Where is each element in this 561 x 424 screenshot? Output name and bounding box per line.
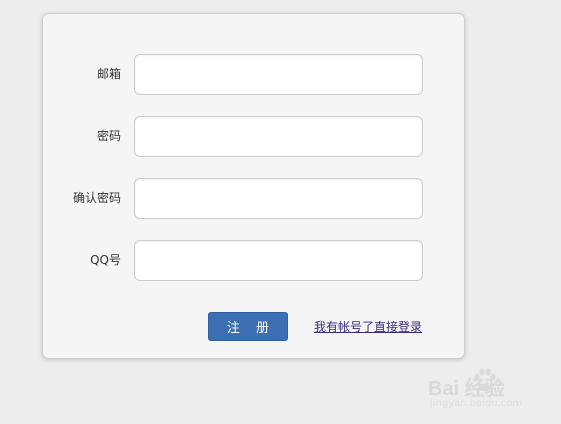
register-form-card: 邮箱 密码 确认密码 QQ号 注 册 我有帐号了直接登录	[42, 13, 465, 359]
password-label: 密码	[96, 129, 121, 143]
qq-input[interactable]	[134, 240, 423, 281]
register-button[interactable]: 注 册	[208, 312, 288, 341]
confirm-password-label: 确认密码	[72, 191, 121, 205]
password-row: 密码	[43, 116, 464, 157]
login-link[interactable]: 我有帐号了直接登录	[314, 318, 422, 335]
confirm-password-row: 确认密码	[43, 178, 464, 219]
qq-row: QQ号	[43, 240, 464, 281]
password-input[interactable]	[134, 116, 423, 157]
baidu-jingyan-watermark: Bai 经验 jingyan.baidu.com	[428, 368, 548, 416]
qq-label: QQ号	[90, 253, 121, 267]
paw-icon	[474, 368, 496, 391]
watermark-url: jingyan.baidu.com	[430, 398, 523, 409]
email-row: 邮箱	[43, 54, 464, 95]
confirm-password-input[interactable]	[134, 178, 423, 219]
email-input[interactable]	[134, 54, 423, 95]
email-label: 邮箱	[96, 67, 121, 81]
